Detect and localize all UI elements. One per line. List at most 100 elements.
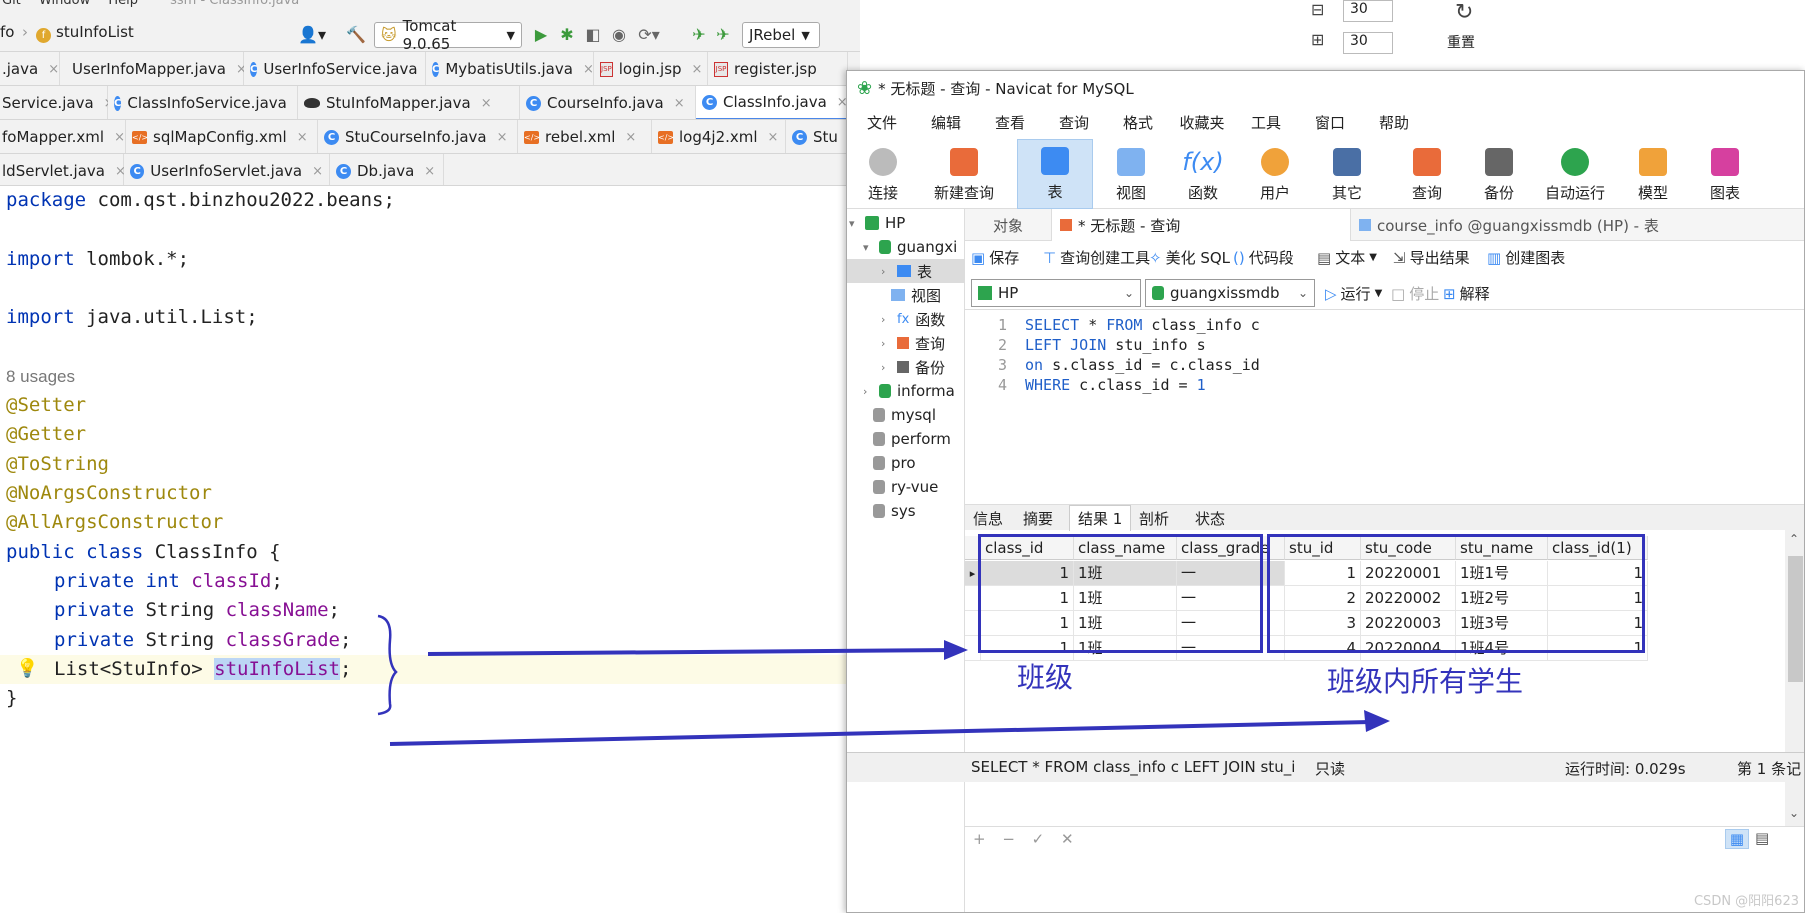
model-button[interactable]: 模型 bbox=[1617, 139, 1689, 209]
chart-button[interactable]: 图表 bbox=[1689, 139, 1761, 209]
tab-file[interactable]: </> log4j2.xml × bbox=[652, 120, 786, 153]
grid-cell[interactable]: 20220001 bbox=[1361, 561, 1456, 586]
tree-item-queries[interactable]: › 查询 bbox=[881, 331, 945, 355]
table-button[interactable]: 表 bbox=[1017, 139, 1093, 209]
tab-file[interactable]: </> sqlMapConfig.xml × bbox=[126, 120, 318, 153]
tab-file[interactable]: C UserInfoServlet.java × bbox=[124, 154, 330, 185]
tree-item-tables[interactable]: › 表 bbox=[847, 259, 965, 283]
close-icon[interactable]: × bbox=[692, 62, 703, 77]
tree-connection-hp[interactable]: ▾ HP bbox=[849, 211, 905, 235]
close-icon[interactable]: × bbox=[674, 96, 685, 111]
row-marker[interactable] bbox=[965, 611, 981, 636]
tab-file[interactable]: C MybatisUtils.java × bbox=[426, 52, 594, 85]
column-header[interactable]: stu_name bbox=[1456, 536, 1548, 560]
query-builder-button[interactable]: ⊤ 查询创建工具 bbox=[1043, 247, 1150, 268]
run-icon[interactable]: ▶ bbox=[530, 22, 552, 46]
more-run-icon[interactable]: ⟳▾ bbox=[632, 22, 666, 46]
close-icon[interactable]: × bbox=[312, 164, 323, 179]
grid-cell[interactable]: 1 bbox=[1548, 636, 1648, 661]
tree-db[interactable]: › informa bbox=[863, 379, 955, 403]
grid-cell[interactable]: 1 bbox=[981, 561, 1074, 586]
chevron-up-icon[interactable]: ⌃ bbox=[1789, 532, 1799, 546]
tab-info[interactable]: 信息 bbox=[965, 505, 1011, 531]
grid-view-icon[interactable]: ▦ bbox=[1725, 829, 1749, 849]
tab-file[interactable]: CClassInfoService.java× bbox=[108, 86, 308, 119]
tree-db[interactable]: sys bbox=[873, 499, 916, 523]
tab-file[interactable]: StuInfoMapper.java × bbox=[298, 86, 520, 119]
row-marker[interactable]: ▸ bbox=[965, 561, 981, 586]
grid-cell[interactable]: 2 bbox=[1285, 586, 1361, 611]
tab-file[interactable]: UserInfoMapper.java × bbox=[60, 52, 247, 85]
reset-label[interactable]: 重置 bbox=[1447, 32, 1475, 52]
grid-cell[interactable]: 4 bbox=[1285, 636, 1361, 661]
grid-cell[interactable]: 1班2号 bbox=[1456, 586, 1548, 611]
grid-cell[interactable]: 1班 bbox=[1074, 636, 1177, 661]
reset-icon[interactable]: ↻ bbox=[1455, 0, 1473, 25]
tab-file[interactable]: Service.java× bbox=[0, 86, 115, 119]
grid-cell[interactable]: 20220004 bbox=[1361, 636, 1456, 661]
query-button[interactable]: 查询 bbox=[1391, 139, 1463, 209]
grid-cell[interactable]: 20220003 bbox=[1361, 611, 1456, 636]
user-button[interactable]: 用户 bbox=[1239, 139, 1311, 209]
create-chart-button[interactable]: ▥ 创建图表 bbox=[1487, 247, 1565, 268]
grid-cell[interactable]: 3 bbox=[1285, 611, 1361, 636]
spinner-input[interactable]: 30 bbox=[1343, 32, 1393, 54]
connect-button[interactable]: 连接 bbox=[847, 139, 919, 209]
menu-file[interactable]: 文件 bbox=[853, 112, 911, 133]
tab-summary[interactable]: 摘要 bbox=[1015, 505, 1061, 531]
column-header[interactable]: stu_id bbox=[1285, 536, 1361, 560]
tab-objects[interactable]: 对象 bbox=[965, 209, 1051, 241]
jrebel-debug-icon[interactable]: ✈ bbox=[712, 22, 734, 46]
menu-window[interactable]: Window bbox=[39, 0, 90, 8]
tree-db-guangxi[interactable]: ▾ guangxi bbox=[863, 235, 957, 259]
explain-button[interactable]: ⊞ 解释 bbox=[1443, 283, 1490, 304]
beautify-sql-button[interactable]: ✧ 美化 SQL bbox=[1149, 247, 1230, 268]
scrollbar-thumb[interactable] bbox=[1788, 556, 1803, 682]
auto-run-button[interactable]: 自动运行 bbox=[1535, 139, 1615, 209]
grid-cell[interactable]: 一 bbox=[1177, 611, 1285, 636]
grid-cell[interactable]: 1班 bbox=[1074, 611, 1177, 636]
new-query-button[interactable]: 新建查询 bbox=[919, 139, 1009, 209]
menu-query[interactable]: 查询 bbox=[1045, 112, 1103, 133]
database-select[interactable]: guangxissmdb ⌄ bbox=[1145, 279, 1315, 307]
close-icon[interactable]: × bbox=[625, 130, 636, 145]
form-view-icon[interactable]: ▤ bbox=[1755, 829, 1769, 847]
tree-db[interactable]: perform bbox=[873, 427, 951, 451]
chevron-down-icon[interactable]: ⌄ bbox=[1789, 806, 1799, 820]
menu-help[interactable]: Help bbox=[108, 0, 138, 8]
tab-file[interactable]: </> rebel.xml × bbox=[518, 120, 652, 153]
menu-favorites[interactable]: 收藏夹 bbox=[1173, 112, 1231, 133]
grid-cell[interactable]: 一 bbox=[1177, 561, 1285, 586]
grid-cell[interactable]: 1 bbox=[981, 586, 1074, 611]
profile-icon[interactable]: ◉ bbox=[608, 22, 630, 46]
tree-item-views[interactable]: 视图 bbox=[891, 283, 941, 307]
close-icon[interactable]: × bbox=[497, 130, 508, 145]
column-header[interactable]: stu_code bbox=[1361, 536, 1456, 560]
jrebel-select[interactable]: JRebel ▼ bbox=[742, 22, 820, 48]
tab-file[interactable]: C CourseInfo.java × bbox=[520, 86, 696, 119]
other-button[interactable]: 其它 bbox=[1311, 139, 1383, 209]
lightbulb-icon[interactable]: 💡 bbox=[16, 658, 38, 679]
tab-profile[interactable]: 剖析 bbox=[1131, 505, 1177, 531]
run-config-select[interactable]: 🐱 Tomcat 9.0.65 ▼ bbox=[374, 17, 522, 53]
menu-view[interactable]: 查看 bbox=[981, 112, 1039, 133]
close-icon[interactable]: × bbox=[297, 130, 308, 145]
grid-cell[interactable]: 一 bbox=[1177, 636, 1285, 661]
export-button[interactable]: ⇲ 导出结果 bbox=[1393, 247, 1470, 268]
close-icon[interactable]: × bbox=[424, 164, 435, 179]
usages-hint[interactable]: 8 usages bbox=[6, 362, 75, 391]
stop-button[interactable]: □ 停止 bbox=[1391, 283, 1439, 304]
tree-db[interactable]: ry-vue bbox=[873, 475, 938, 499]
save-button[interactable]: ▣ 保存 bbox=[971, 247, 1019, 268]
tree-db[interactable]: pro bbox=[873, 451, 916, 475]
tab-classinfo-active[interactable]: C ClassInfo.java × bbox=[696, 86, 856, 119]
grid-cell[interactable]: 1班 bbox=[1074, 586, 1177, 611]
tree-item-backups[interactable]: › 备份 bbox=[881, 355, 945, 379]
tab-file[interactable]: CUserInfoService.java× bbox=[244, 52, 438, 85]
column-header[interactable]: class_grade bbox=[1177, 536, 1285, 560]
tab-file[interactable]: foMapper.xml × bbox=[0, 120, 126, 153]
tab-file[interactable]: JSP login.jsp × bbox=[594, 52, 708, 85]
grid-cell[interactable]: 1 bbox=[1548, 586, 1648, 611]
grid-edit-buttons[interactable]: + − ✓ ✕ bbox=[973, 830, 1080, 848]
field-name-selected[interactable]: stuInfoList bbox=[214, 658, 340, 680]
